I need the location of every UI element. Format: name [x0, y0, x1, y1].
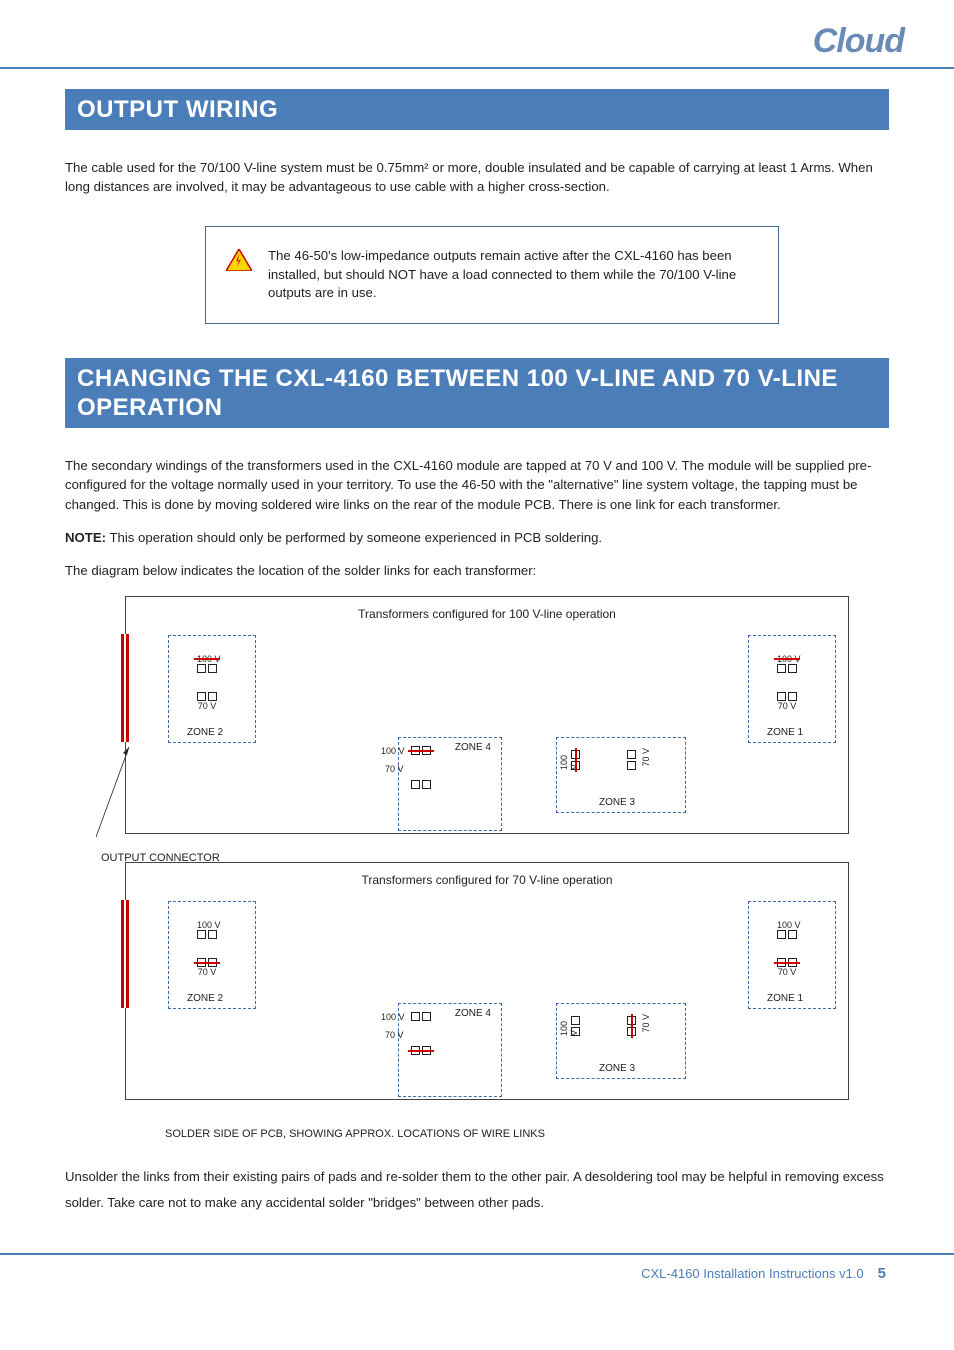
- warning-text: The 46-50's low-impedance outputs remain…: [268, 247, 752, 302]
- para-tapping: The secondary windings of the transforme…: [65, 456, 889, 513]
- note-label: NOTE:: [65, 530, 106, 545]
- page-footer: CXL-4160 Installation Instructions v1.0 …: [0, 1265, 954, 1310]
- diagram-70v: Transformers configured for 70 V-line op…: [65, 862, 889, 1100]
- footer-rule: [0, 1253, 954, 1255]
- warning-box: The 46-50's low-impedance outputs remain…: [205, 226, 779, 323]
- brand-logo: Cloud: [813, 22, 904, 61]
- para-cable-spec: The cable used for the 70/100 V-line sys…: [65, 158, 889, 196]
- section-header-output-wiring: OUTPUT WIRING: [65, 89, 889, 130]
- section-header-changing-voltage: CHANGING THE CXL-4160 BETWEEN 100 V-LINE…: [65, 358, 889, 429]
- footer-doc-title: CXL-4160 Installation Instructions v1.0: [641, 1266, 864, 1281]
- diagram-title: Transformers configured for 100 V-line o…: [358, 607, 616, 621]
- diagram-title: Transformers configured for 70 V-line op…: [361, 873, 612, 887]
- note-body: This operation should only be performed …: [106, 530, 602, 545]
- diagram-100v: Transformers configured for 100 V-line o…: [65, 596, 889, 834]
- page-number: 5: [878, 1265, 886, 1282]
- para-diagram-intro: The diagram below indicates the location…: [65, 561, 889, 580]
- header-rule: [0, 67, 954, 69]
- para-unsolder: Unsolder the links from their existing p…: [65, 1164, 889, 1217]
- solder-caption: SOLDER SIDE OF PCB, SHOWING APPROX. LOCA…: [165, 1128, 889, 1140]
- para-note-solder: NOTE: This operation should only be perf…: [65, 528, 889, 547]
- warning-icon: [226, 249, 252, 276]
